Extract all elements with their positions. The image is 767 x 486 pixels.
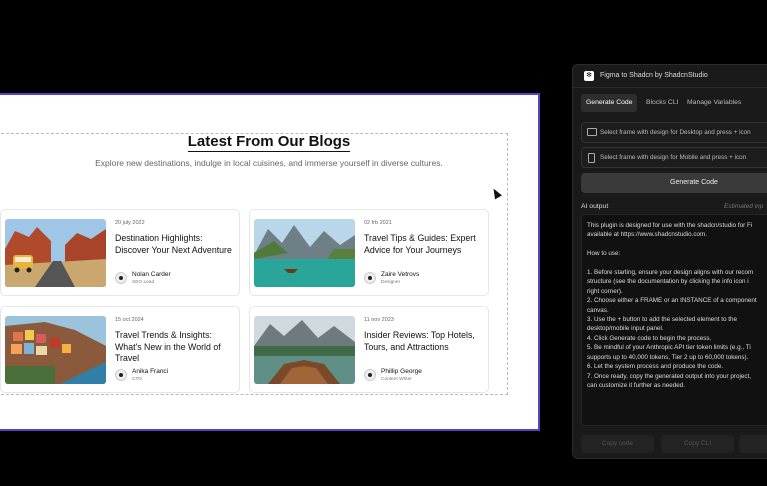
desktop-icon xyxy=(587,128,597,136)
plugin-title: Figma to Shadcn by ShadcnStudio xyxy=(600,72,708,79)
desktop-select-text: Select frame with design for Desktop and… xyxy=(600,129,751,136)
desktop-frame-select[interactable]: Select frame with design for Desktop and… xyxy=(581,122,767,143)
generate-code-button[interactable]: Generate Code xyxy=(581,173,767,193)
author-avatar xyxy=(115,369,127,381)
ai-output-text: This plugin is designed for use with the… xyxy=(587,222,757,389)
blog-card[interactable]: 15 oct 2024 Travel Trends & Insights: Wh… xyxy=(0,306,240,393)
copy-code-button[interactable]: Copy code xyxy=(581,435,654,453)
author-name: Zaire Vetrovs xyxy=(381,271,420,278)
copy-cli-button[interactable]: Copy CLI xyxy=(661,435,734,453)
open-button[interactable]: Op xyxy=(739,435,767,453)
plugin-header: ✻ Figma to Shadcn by ShadcnStudio xyxy=(573,65,767,88)
author-name: Nolan Carder xyxy=(132,271,171,278)
mobile-frame-select[interactable]: Select frame with design for Mobile and … xyxy=(581,147,767,168)
plugin-panel: ✻ Figma to Shadcn by ShadcnStudio Genera… xyxy=(572,64,767,459)
post-date: 02 frb 2021 xyxy=(364,220,392,226)
post-date: 15 oct 2024 xyxy=(115,317,144,323)
tab-blocks-cli[interactable]: Blocks CLI xyxy=(641,94,683,112)
post-title[interactable]: Travel Trends & Insights: What's New in … xyxy=(115,330,235,365)
author-name: Anika Franci xyxy=(132,368,169,375)
author-avatar xyxy=(364,272,376,284)
blog-card[interactable]: 02 frb 2021 Travel Tips & Guides: Expert… xyxy=(249,209,489,296)
blog-image-boat-lake xyxy=(254,316,355,384)
blog-title: Latest From Our Blogs xyxy=(187,133,351,152)
blog-image-desert-road xyxy=(5,219,106,287)
author-role: SEO Lead xyxy=(132,280,155,285)
author-role: Content Writer xyxy=(381,377,412,382)
tab-generate-code[interactable]: Generate Code xyxy=(581,94,638,112)
author-avatar xyxy=(115,272,127,284)
author-name: Phillip George xyxy=(381,368,422,375)
ai-output-box[interactable]: This plugin is designed for use with the… xyxy=(581,214,767,426)
author-role: Designer xyxy=(381,280,401,285)
post-title[interactable]: Travel Tips & Guides: Expert Advice for … xyxy=(364,233,484,256)
post-date: 20 july 2022 xyxy=(115,220,145,226)
ai-output-label: AI output xyxy=(581,203,609,210)
post-title[interactable]: Insider Reviews: Top Hotels, Tours, and … xyxy=(364,330,484,353)
plugin-logo-icon: ✻ xyxy=(584,71,594,81)
author-avatar xyxy=(364,369,376,381)
estimated-input-label: Estimated inp xyxy=(724,203,764,210)
canvas-frame[interactable]: Latest From Our Blogs Explore new destin… xyxy=(0,93,540,431)
mobile-select-text: Select frame with design for Mobile and … xyxy=(600,154,747,161)
mobile-icon xyxy=(588,153,595,163)
blog-image-coastal-village xyxy=(5,316,106,384)
blog-subtitle: Explore new destinations, indulge in loc… xyxy=(95,158,443,168)
post-title[interactable]: Destination Highlights: Discover Your Ne… xyxy=(115,233,235,256)
blog-card[interactable]: 20 july 2022 Destination Highlights: Dis… xyxy=(0,209,240,296)
post-date: 11 nov 2023 xyxy=(364,317,394,323)
author-role: CTO xyxy=(132,377,143,382)
blog-image-mountain-lake xyxy=(254,219,355,287)
blog-card[interactable]: 11 nov 2023 Insider Reviews: Top Hotels,… xyxy=(249,306,489,393)
tab-manage-variables[interactable]: Manage Variables xyxy=(682,94,746,112)
